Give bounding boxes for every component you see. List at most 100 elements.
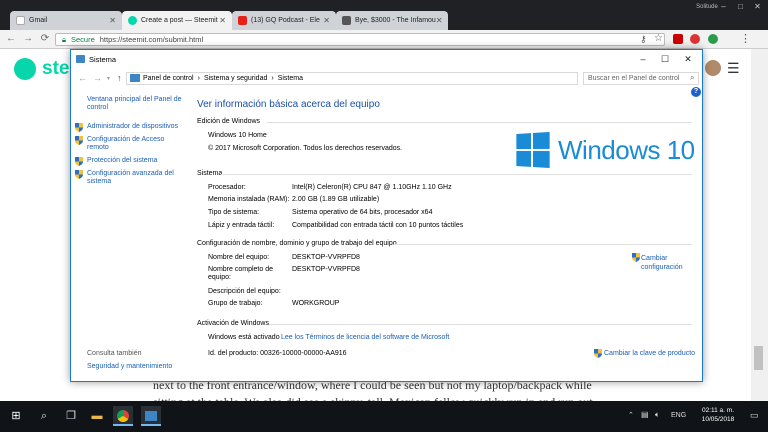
system-window: Sistema – ☐ ✕ ← → ▾ ↑ Panel de control ›… xyxy=(70,49,703,382)
network-icon[interactable]: ▤ xyxy=(641,410,649,419)
lock-icon: 🔒︎ xyxy=(62,34,66,44)
window-titlebar: Sistema xyxy=(71,50,702,68)
star-icon[interactable]: ☆ xyxy=(654,33,663,44)
task-view-icon[interactable]: ❐ xyxy=(61,406,81,426)
computer-icon xyxy=(76,55,85,63)
shield-icon xyxy=(594,349,602,358)
windows-logo-text: Windows 10 xyxy=(558,134,695,165)
label-workgroup: Grupo de trabajo: xyxy=(208,300,263,307)
breadcrumb-item[interactable]: Panel de control xyxy=(143,75,194,82)
shield-icon xyxy=(75,136,83,145)
tab-steemit[interactable]: Create a post — Steemit ✕ xyxy=(122,11,232,30)
close-tab-icon[interactable]: ✕ xyxy=(323,16,330,25)
change-settings-link[interactable]: Cambiar configuración xyxy=(641,254,691,272)
maximize-icon[interactable]: □ xyxy=(736,2,745,11)
close-tab-icon[interactable]: ✕ xyxy=(436,16,443,25)
product-id: Id. del producto: 00326-10000-00000-AA91… xyxy=(208,350,347,357)
start-icon[interactable]: ⊞ xyxy=(6,406,26,426)
sidebar-item-security-maintenance[interactable]: Seguridad y mantenimiento xyxy=(87,363,183,371)
divider xyxy=(221,174,692,175)
label-processor: Procesador: xyxy=(208,184,246,191)
shield-icon xyxy=(75,170,83,179)
url-text: https://steemit.com/submit.html xyxy=(99,35,204,44)
breadcrumb[interactable]: Panel de control › Sistema y seguridad ›… xyxy=(126,72,578,85)
divider xyxy=(394,244,692,245)
close-icon[interactable]: ✕ xyxy=(681,53,695,65)
key-icon[interactable]: ⚷ xyxy=(640,34,647,45)
section-header-edition: Edición de Windows xyxy=(197,118,261,125)
sidebar-item-advanced-settings[interactable]: Configuración avanzada del sistema xyxy=(87,170,183,186)
search-icon[interactable]: ⌕ xyxy=(690,73,694,83)
tab-youtube[interactable]: (13) GQ Podcast - Ele ✕ xyxy=(232,11,336,30)
minimize-icon[interactable]: – xyxy=(636,53,650,65)
scrollbar-thumb[interactable] xyxy=(754,346,763,370)
section-header-system: Sistema xyxy=(197,170,223,177)
tab-bye[interactable]: Bye, $3000 - The Infamou ✕ xyxy=(336,11,448,30)
close-tab-icon[interactable]: ✕ xyxy=(109,16,116,25)
back-icon[interactable]: ← xyxy=(5,33,17,45)
sidebar-item-system-protection[interactable]: Protección del sistema xyxy=(87,157,183,165)
address-bar[interactable]: 🔒︎ Secure https://steemit.com/submit.htm… xyxy=(55,33,665,46)
tab-title: Gmail xyxy=(29,17,48,24)
section-header-computer-name: Configuración de nombre, dominio y grupo… xyxy=(197,240,397,247)
extension-icon[interactable] xyxy=(690,34,700,44)
chrome-icon[interactable] xyxy=(113,406,133,426)
label-pen-touch: Lápiz y entrada táctil: xyxy=(208,222,275,229)
extension-icon[interactable] xyxy=(708,34,718,44)
see-also-header: Consulta también xyxy=(87,350,142,357)
shield-icon xyxy=(632,253,640,262)
forward-icon[interactable]: → xyxy=(93,73,102,83)
reload-icon[interactable]: ⟳ xyxy=(39,33,51,45)
breadcrumb-item[interactable]: Sistema y seguridad xyxy=(204,75,267,82)
minimize-icon[interactable]: – xyxy=(719,2,728,11)
sidebar-item-remote-access[interactable]: Configuración de Acceso remoto xyxy=(87,136,183,152)
label-system-type: Tipo de sistema: xyxy=(208,209,260,216)
close-window-icon[interactable]: ✕ xyxy=(753,2,762,11)
computer-icon xyxy=(130,74,140,82)
shield-icon xyxy=(75,123,83,132)
window-title: Sistema xyxy=(89,54,117,64)
gmail-icon xyxy=(16,16,25,25)
maximize-icon[interactable]: ☐ xyxy=(658,53,672,65)
clock-time: 02:11 a. m. xyxy=(701,407,735,414)
sidebar-item-device-manager[interactable]: Administrador de dispositivos xyxy=(87,123,183,131)
sidebar-home-link[interactable]: Ventana principal del Panel de control xyxy=(87,96,183,112)
value-ram: 2.00 GB (1.89 GB utilizable) xyxy=(292,196,380,203)
notifications-up-icon[interactable]: ⌃ xyxy=(628,411,634,419)
label-ram: Memoria instalada (RAM): xyxy=(208,196,290,203)
windows-logo: Windows 10 xyxy=(515,131,695,169)
tab-title: (13) GQ Podcast - Ele xyxy=(251,17,320,24)
clock[interactable]: 02:11 a. m. 10/05/2018 xyxy=(694,406,742,424)
clock-date: 10/05/2018 xyxy=(701,416,735,423)
value-pen-touch: Compatibilidad con entrada táctil con 10… xyxy=(292,222,464,229)
close-tab-icon[interactable]: ✕ xyxy=(219,16,226,25)
edition-copyright: © 2017 Microsoft Corporation. Todos los … xyxy=(208,145,403,152)
forward-icon[interactable]: → xyxy=(22,33,34,45)
search-icon[interactable]: ⌕ xyxy=(34,406,54,426)
language-indicator[interactable]: ENG xyxy=(671,412,686,419)
search-input[interactable]: Buscar en el Panel de control xyxy=(583,72,699,85)
label-full-name: Nombre completo de equipo: xyxy=(208,266,273,281)
change-product-key-link[interactable]: Cambiar la clave de producto xyxy=(604,350,695,357)
menu-icon[interactable]: ⋮ xyxy=(740,32,751,45)
volume-icon[interactable]: 🔈︎ xyxy=(655,410,660,420)
license-terms-link[interactable]: Lee los Términos de licencia del softwar… xyxy=(281,334,449,341)
back-icon[interactable]: ← xyxy=(78,73,87,83)
tab-gmail[interactable]: Gmail ✕ xyxy=(10,11,122,30)
action-center-icon[interactable]: ▭ xyxy=(750,410,759,421)
hamburger-icon[interactable]: ☰ xyxy=(727,60,740,77)
help-icon[interactable]: ? xyxy=(691,87,701,97)
recent-dropdown-icon[interactable]: ▾ xyxy=(107,75,110,82)
steemit-icon xyxy=(128,16,137,25)
chevron-right-icon: › xyxy=(197,75,200,82)
up-icon[interactable]: ↑ xyxy=(117,73,122,83)
value-full-name: DESKTOP-VVRPFD8 xyxy=(292,266,360,273)
section-header-activation: Activación de Windows xyxy=(197,320,269,327)
control-panel-icon[interactable] xyxy=(141,406,161,426)
label-computer-name: Nombre del equipo: xyxy=(208,254,270,261)
file-explorer-icon[interactable]: ▬ xyxy=(87,406,107,426)
breadcrumb-item[interactable]: Sistema xyxy=(278,75,303,82)
avatar[interactable] xyxy=(705,60,721,76)
extension-icon[interactable] xyxy=(673,34,683,44)
divider xyxy=(267,122,692,123)
